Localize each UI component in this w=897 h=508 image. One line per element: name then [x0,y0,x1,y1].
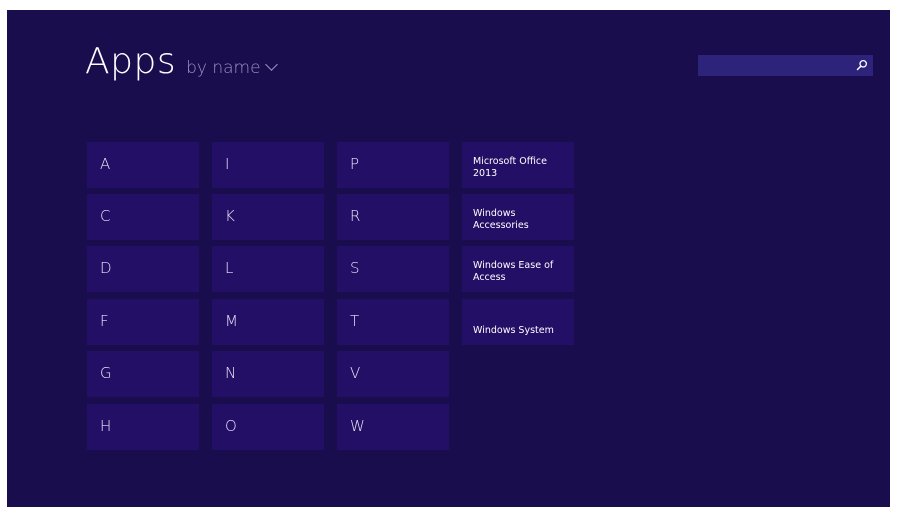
letter-tile-t[interactable]: T [337,299,449,345]
tile-letter: H [100,417,112,435]
group-label: Windows System [473,325,554,336]
letter-tile-w[interactable]: W [337,404,449,450]
tile-letter: T [350,312,360,330]
letter-tile-c[interactable]: C [87,194,199,240]
letter-tile-f[interactable]: F [87,299,199,345]
group-tile-windows-system[interactable]: Windows System [462,299,574,345]
chevron-down-icon[interactable] [264,58,278,71]
letter-tile-k[interactable]: K [212,194,324,240]
letter-tile-d[interactable]: D [87,246,199,292]
tile-letter: W [350,417,365,435]
letter-tile-h[interactable]: H [87,404,199,450]
start-screen-apps-view: Apps by name A C D F G H I K L M N O P R… [7,10,890,507]
tile-letter: N [225,364,237,382]
tile-letter: M [225,312,238,330]
tile-letter: I [225,155,230,173]
letter-tile-i[interactable]: I [212,142,324,188]
page-title: Apps [85,41,177,82]
tile-letter: P [350,155,360,173]
tile-letter: S [350,259,360,277]
search-icon[interactable] [856,59,868,71]
group-label: Microsoft Office 2013 [473,156,547,179]
letter-tile-l[interactable]: L [212,246,324,292]
tile-letter: O [225,417,237,435]
tile-letter: C [100,207,111,225]
group-tile-windows-accessories[interactable]: Windows Accessories [462,194,574,240]
letter-tile-v[interactable]: V [337,351,449,397]
group-tile-microsoft-office-2013[interactable]: Microsoft Office 2013 [462,142,574,188]
tile-letter: R [350,207,361,225]
letter-tile-s[interactable]: S [337,246,449,292]
letter-tile-n[interactable]: N [212,351,324,397]
apps-header: Apps by name [85,41,278,82]
tile-letter: L [225,259,234,277]
letter-tile-r[interactable]: R [337,194,449,240]
letter-tile-g[interactable]: G [87,351,199,397]
group-tile-windows-ease-of-access[interactable]: Windows Ease of Access [462,246,574,292]
group-label: Windows Accessories [473,208,529,231]
tile-letter: K [225,207,235,225]
tile-letter: F [100,312,109,330]
tile-letter: A [100,155,111,173]
tile-letter: G [100,364,112,382]
search-input[interactable] [698,55,873,76]
letter-tile-o[interactable]: O [212,404,324,450]
tile-letter: D [100,259,112,277]
sort-dropdown[interactable]: by name [186,58,260,78]
letter-tile-a[interactable]: A [87,142,199,188]
tile-letter: V [350,364,361,382]
group-label: Windows Ease of Access [473,260,554,283]
letter-tile-p[interactable]: P [337,142,449,188]
letter-tile-m[interactable]: M [212,299,324,345]
